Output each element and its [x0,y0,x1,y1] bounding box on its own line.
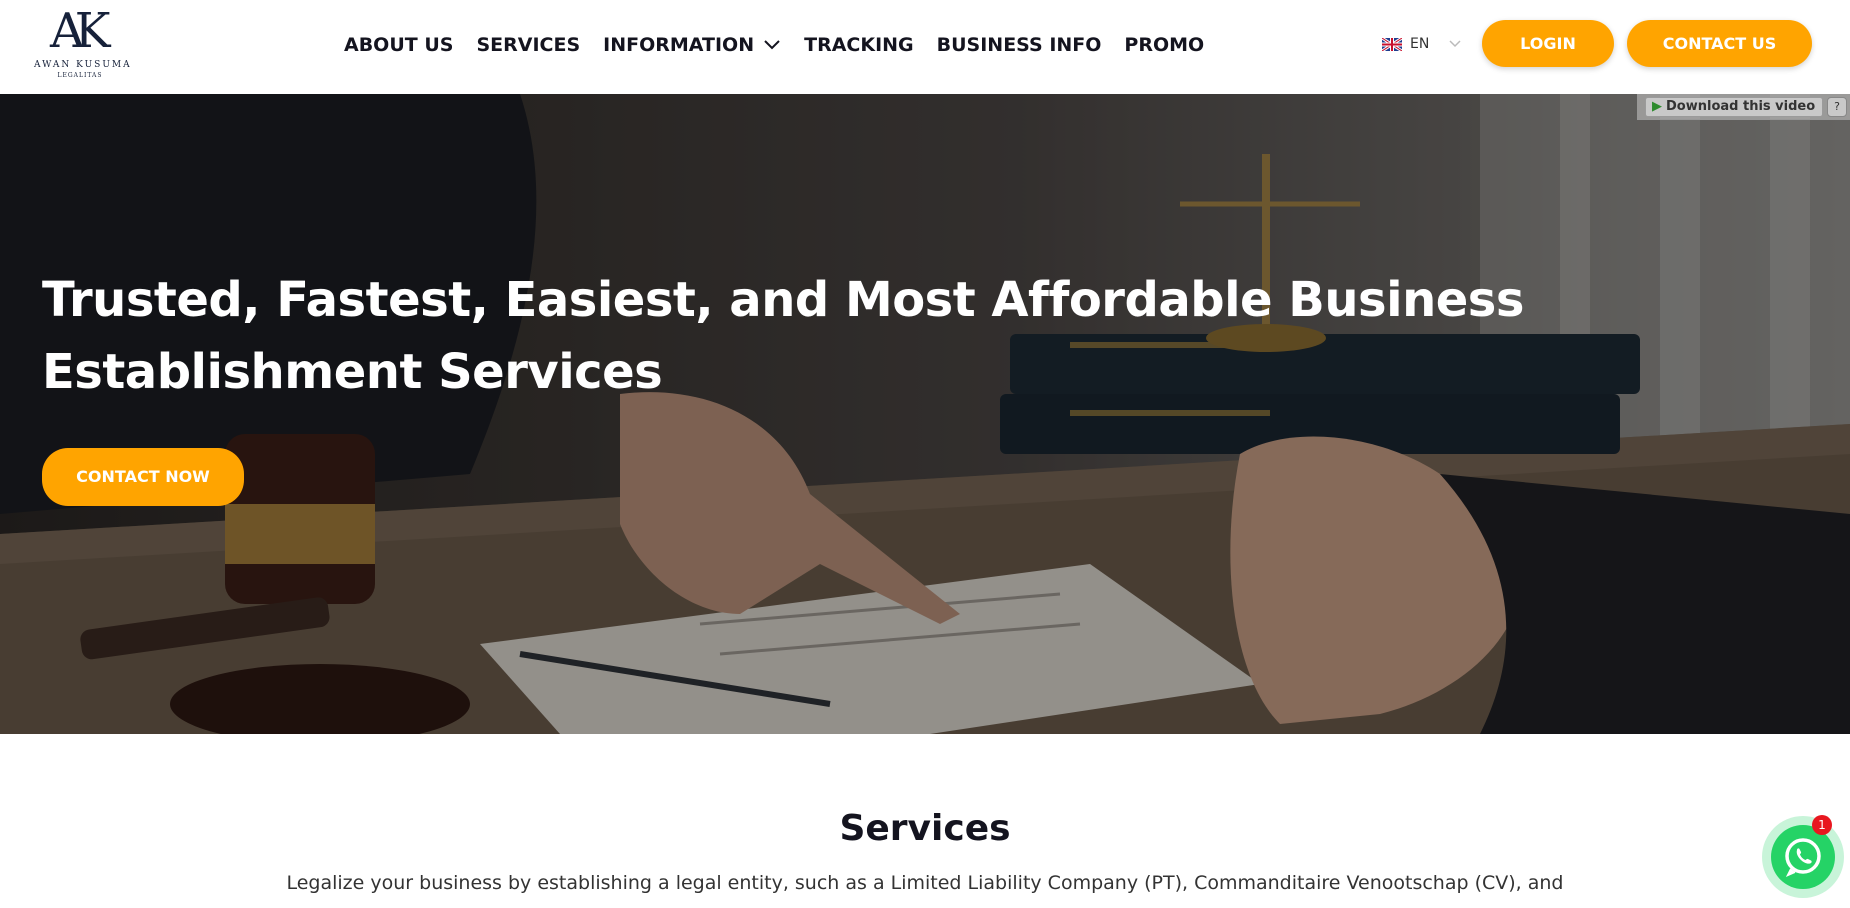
nav-information[interactable]: INFORMATION [603,34,781,56]
whatsapp-icon [1785,838,1821,877]
nav-business-info-label: BUSINESS INFO [936,34,1102,56]
site-header: AK AWAN KUSUMA LEGALITAS ABOUT US SERVIC… [0,0,1850,94]
whatsapp-button[interactable] [1771,825,1835,889]
language-selector[interactable]: EN [1382,33,1461,55]
contact-us-button[interactable]: CONTACT US [1627,20,1812,67]
brand-logo[interactable]: AK AWAN KUSUMA LEGALITAS [34,3,132,80]
logo-subtitle: LEGALITAS [57,72,103,79]
play-icon: ▶ [1652,99,1662,114]
nav-about-us-label: ABOUT US [344,34,454,56]
chevron-down-icon [764,40,780,50]
download-video-label: Download this video [1666,99,1816,114]
nav-services-label: SERVICES [476,34,581,56]
download-video-button[interactable]: ▶ Download this video [1645,97,1823,117]
hero-title: Trusted, Fastest, Easiest, and Most Affo… [42,264,1542,408]
nav-tracking[interactable]: TRACKING [804,34,914,56]
hero-title-line-1: Trusted, Fastest, Easiest, and Most Affo… [42,272,1524,328]
video-download-bar: ▶ Download this video ? [1637,94,1850,120]
logo-mark: AK [50,3,111,59]
nav-about-us[interactable]: ABOUT US [344,34,453,56]
uk-flag-icon [1382,37,1402,51]
nav-information-label: INFORMATION [603,34,755,56]
nav-promo[interactable]: PROMO [1124,34,1204,56]
hero-banner: ▶ Download this video ? Trusted, Fastest,… [0,94,1850,734]
logo-name: AWAN KUSUMA [34,60,132,70]
login-button[interactable]: LOGIN [1482,20,1614,67]
services-heading: Services [839,808,1011,849]
nav-tracking-label: TRACKING [804,34,914,56]
language-label: EN [1410,36,1430,52]
hero-title-line-2: Establishment Services [42,344,663,400]
nav-services[interactable]: SERVICES [476,34,580,56]
services-description: Legalize your business by establishing a… [286,872,1564,894]
nav-business-info[interactable]: BUSINESS INFO [937,34,1102,56]
help-button[interactable]: ? [1827,97,1847,117]
notification-badge: 1 [1812,815,1832,835]
chevron-down-icon [1449,40,1461,48]
main-nav: ABOUT US SERVICES INFORMATION TRACKING B… [344,30,1227,60]
nav-promo-label: PROMO [1124,34,1205,56]
hero-overlay [0,94,1850,734]
contact-now-button[interactable]: CONTACT NOW [42,448,244,506]
